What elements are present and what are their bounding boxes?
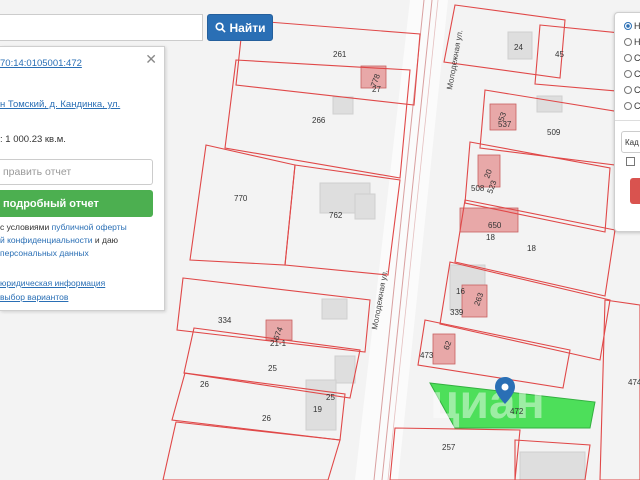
apply-button[interactable] [630,178,640,204]
plot-label: 26 [262,414,271,423]
layer-option-label: С [634,69,640,79]
plot-label: 16 [456,287,465,296]
search-button-label: Найти [229,20,266,35]
plot-label: 45 [555,50,564,59]
search-button[interactable]: Найти [207,14,273,41]
map-watermark: циан [430,376,545,429]
consent-text-1: с условиями [0,222,52,232]
plot-label: 21-1 [270,339,287,348]
divider [615,120,640,121]
layer-option[interactable]: С [624,83,640,97]
plot-label: 25 [268,364,277,373]
layer-option[interactable]: С [624,99,640,113]
send-report-input[interactable]: править отчет [0,159,153,185]
layer-option[interactable]: С [624,67,640,81]
plot-label: 650 [488,221,502,230]
plot-label: 509 [547,128,561,137]
detailed-report-label: подробный отчет [3,197,99,210]
privacy-link[interactable]: й конфиденциальности [0,235,93,245]
plot-label: 472 [510,407,524,416]
detailed-report-button[interactable]: подробный отчет [0,190,153,217]
layer-option-label: С [634,53,640,63]
layer-option[interactable]: Н [624,19,640,33]
plot-label: 762 [329,211,343,220]
plot-label: 24 [514,43,523,52]
plot-info-panel: ✕ 70:14:0105001:472 н Томский, д. Кандин… [0,46,165,311]
plot-label: 257 [442,443,456,452]
plot-label: 770 [234,194,248,203]
send-report-placeholder: править отчет [3,166,72,178]
plot-label: 266 [312,116,326,125]
plot-label: 473 [420,351,434,360]
plot-label: 25 [326,393,335,402]
layer-option-label: С [634,101,640,111]
layer-option[interactable]: Н [624,35,640,49]
cadastral-number-link[interactable]: 70:14:0105001:472 [0,58,82,69]
layer-checkbox[interactable] [626,157,635,166]
consent-text-2: и даю [92,235,119,245]
radio-icon [624,22,632,30]
personal-data-link[interactable]: персональных данных [0,248,89,258]
search-input[interactable] [0,14,203,41]
plot-label: 19 [313,405,322,414]
layer-option-label: Н [634,21,640,31]
radio-icon [624,54,632,62]
consent-text: с условиями публичной оферты й конфиденц… [0,221,160,260]
plot-label: 18 [527,244,536,253]
plot-label: 537 [498,120,512,129]
plot-label: 261 [333,50,347,59]
plot-label: 339 [450,308,464,317]
radio-icon [624,86,632,94]
radio-icon [624,38,632,46]
cadastral-layer-field[interactable]: Кад [621,131,640,153]
options-link[interactable]: выбор вариантов [0,292,68,302]
legal-info-link[interactable]: юридическая информация [0,278,105,288]
plot-label: 334 [218,316,232,325]
layer-option-label: Н [634,37,640,47]
area-value: : 1 000.23 кв.м. [0,134,66,145]
search-icon [214,22,226,33]
layer-option-label: С [634,85,640,95]
plot-label: 26 [200,380,209,389]
plot-label: 508 [471,184,485,193]
plot-label: 27 [372,85,381,94]
offer-link[interactable]: публичной оферты [52,222,127,232]
plot-label: 18 [486,233,495,242]
plot-label: 474 [628,378,640,387]
radio-icon [624,70,632,78]
radio-icon [624,102,632,110]
layer-panel: Н Н С С С С Кад [614,12,640,232]
close-icon[interactable]: ✕ [145,52,157,66]
layer-option[interactable]: С [624,51,640,65]
address-link[interactable]: н Томский, д. Кандинка, ул. [0,99,120,110]
